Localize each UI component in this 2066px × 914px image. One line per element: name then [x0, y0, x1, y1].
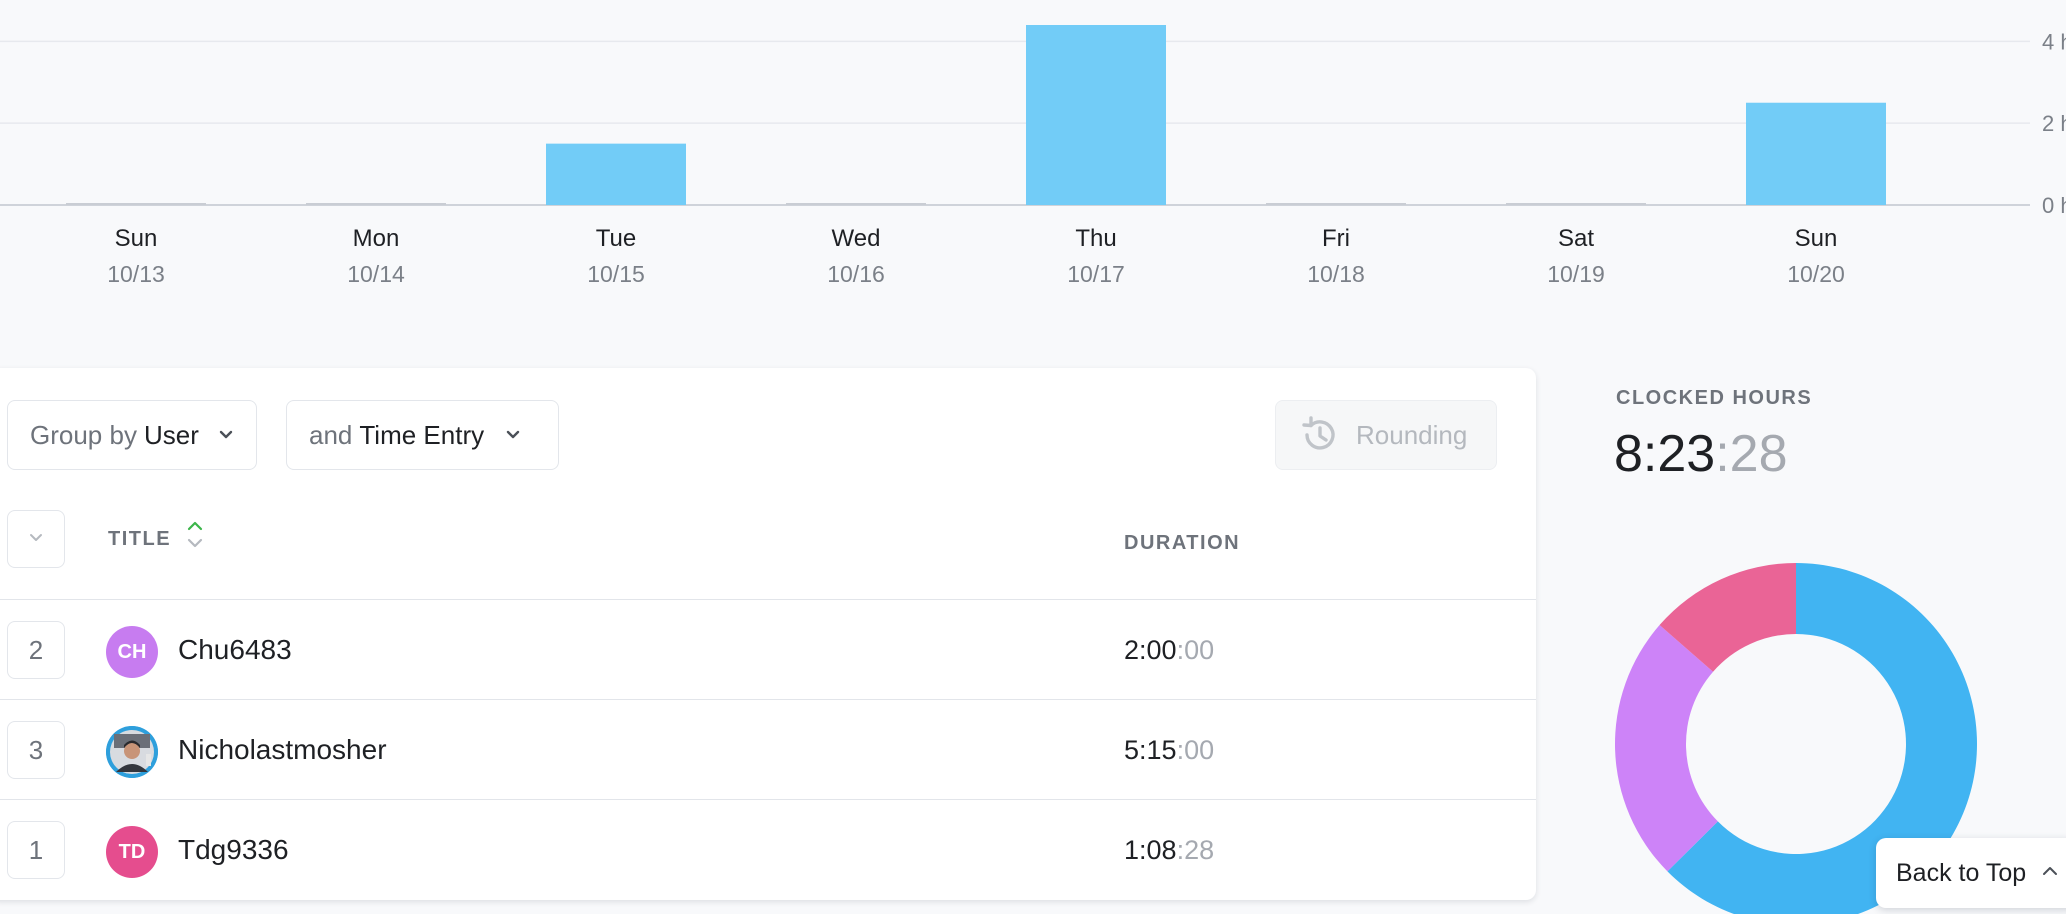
x-day-label: Mon — [353, 225, 400, 252]
duration-hours-minutes: 2:00 — [1124, 635, 1177, 665]
x-date-label: 10/15 — [587, 261, 645, 287]
row-number[interactable]: 2 — [7, 621, 65, 679]
expand-all-toggle[interactable] — [7, 510, 65, 568]
duration-seconds: :28 — [1176, 835, 1215, 865]
table-row[interactable]: 1 TD Tdg9336 1:08:28 — [0, 799, 1536, 899]
chevron-down-icon — [219, 426, 234, 444]
x-day-label: Sat — [1558, 225, 1594, 252]
chart-x-labels: Sun 10/13 Mon 10/14 Tue 10/15 Wed 10/16 Thu 10/17… — [107, 225, 1845, 287]
x-day-label: Tue — [596, 225, 636, 252]
chevron-up-icon — [2042, 865, 2058, 881]
rounding-button[interactable]: Rounding — [1275, 400, 1497, 470]
x-day-label: Sun — [1795, 225, 1838, 252]
group-by-prefix: Group by — [30, 419, 137, 450]
avatar: TD — [106, 826, 158, 878]
avatar: CH — [106, 626, 158, 678]
avatar — [106, 726, 158, 778]
bar[interactable] — [546, 143, 686, 205]
secondary-group-prefix: and — [309, 419, 353, 450]
table-row[interactable]: 3 Nicholastmosher 5:15:00 — [0, 699, 1536, 799]
bar[interactable] — [1026, 25, 1166, 205]
x-day-label: Thu — [1075, 225, 1116, 252]
back-to-top-button[interactable]: Back to Top — [1876, 838, 2066, 908]
daily-hours-bar-chart: Sun 10/13 Mon 10/14 Tue 10/15 Wed 10/16 Thu 10/17… — [0, 25, 2066, 287]
x-date-label: 10/19 — [1547, 261, 1605, 287]
x-day-label: Fri — [1322, 225, 1350, 252]
x-day-label: Wed — [832, 225, 881, 252]
clocked-hours-title: CLOCKED HOURS — [1616, 387, 1813, 409]
row-number[interactable]: 1 — [7, 821, 65, 879]
column-header-duration[interactable]: DURATION — [1124, 532, 1240, 555]
rounding-label: Rounding — [1356, 419, 1468, 450]
x-date-label: 10/16 — [827, 261, 885, 287]
x-day-label: Sun — [115, 225, 158, 252]
back-to-top-label: Back to Top — [1896, 858, 2027, 887]
user-name: Nicholastmosher — [178, 734, 387, 765]
chart-y-ticks: 4 h 2 h 0 h — [2042, 29, 2066, 218]
x-date-label: 10/13 — [107, 261, 165, 287]
chart-bars — [66, 25, 1886, 205]
x-date-label: 10/18 — [1307, 261, 1365, 287]
group-by-dropdown[interactable]: Group by User — [7, 400, 257, 470]
group-by-value: User — [143, 419, 199, 450]
y-tick-label: 0 h — [2042, 193, 2066, 218]
duration-hours-minutes: 1:08 — [1124, 835, 1177, 865]
duration-seconds: :00 — [1176, 635, 1215, 665]
column-header-title[interactable]: TITLE — [108, 528, 171, 551]
secondary-group-value: Time Entry — [359, 419, 485, 450]
table-header: TITLE DURATION — [0, 510, 1536, 568]
table-row[interactable]: 2 CH Chu6483 2:00:00 — [0, 599, 1536, 699]
duration-hours-minutes: 5:15 — [1124, 735, 1177, 765]
history-icon — [1298, 413, 1342, 457]
chevron-down-icon — [29, 530, 43, 548]
user-name: Tdg9336 — [178, 834, 289, 865]
x-date-label: 10/17 — [1067, 261, 1125, 287]
report-table-card: Group by User and Time Entry Rounding TI… — [0, 368, 1536, 900]
x-date-label: 10/20 — [1787, 261, 1845, 287]
duration-value: 2:00:00 — [1124, 635, 1214, 666]
sort-icon[interactable] — [187, 520, 203, 550]
x-date-label: 10/14 — [347, 261, 405, 287]
bar[interactable] — [1746, 102, 1886, 205]
row-number[interactable]: 3 — [7, 721, 65, 779]
secondary-group-dropdown[interactable]: and Time Entry — [286, 400, 559, 470]
duration-value: 1:08:28 — [1124, 835, 1214, 866]
clocked-hours-main: 8:23 — [1614, 425, 1716, 483]
clocked-hours-value: 8:23:28 — [1614, 424, 1788, 484]
chevron-down-icon — [504, 426, 522, 444]
duration-seconds: :00 — [1176, 735, 1215, 765]
user-photo-icon — [106, 726, 158, 778]
chart-gridlines — [0, 40, 2030, 206]
y-tick-label: 4 h — [2042, 29, 2066, 54]
duration-value: 5:15:00 — [1124, 735, 1214, 766]
user-name: Chu6483 — [178, 634, 292, 665]
y-tick-label: 2 h — [2042, 111, 2066, 136]
clocked-hours-seconds: :28 — [1715, 425, 1788, 483]
